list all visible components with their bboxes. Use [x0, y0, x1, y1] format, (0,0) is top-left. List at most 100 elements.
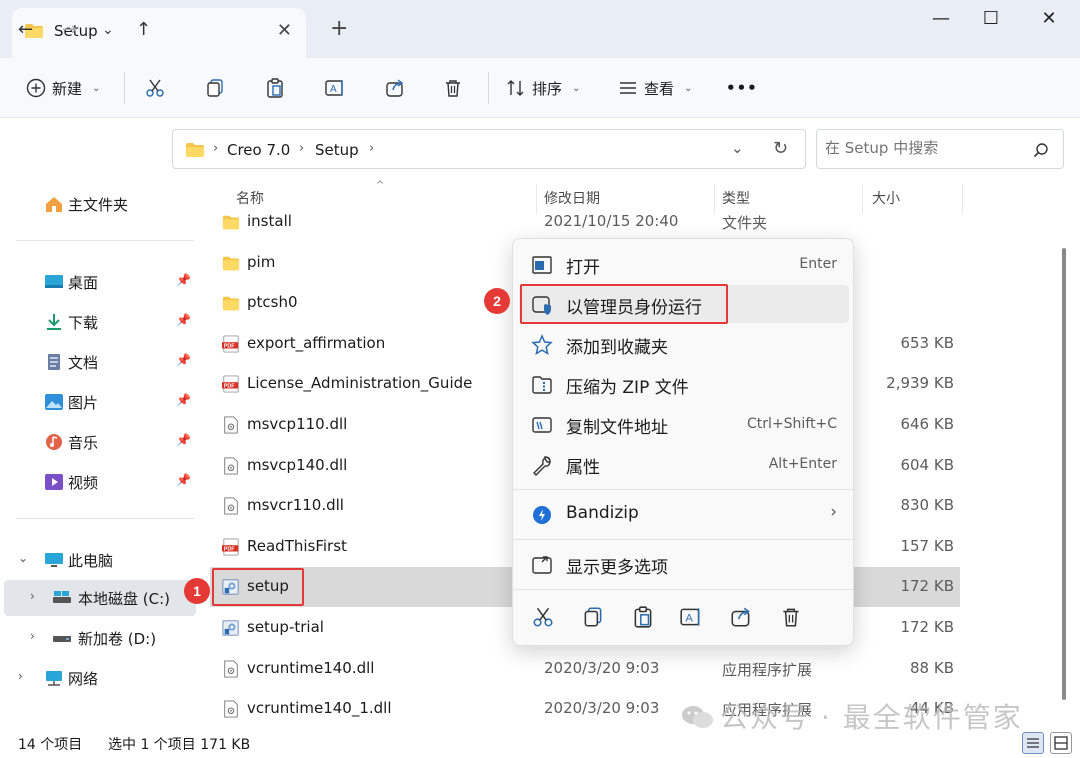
- pin-icon[interactable]: 📌: [176, 273, 191, 287]
- pin-icon[interactable]: 📌: [176, 473, 191, 487]
- network-icon: [46, 671, 62, 686]
- folder-icon: [222, 215, 240, 230]
- sidebar-item-home[interactable]: 主文件夹: [0, 186, 196, 222]
- search-icon[interactable]: [1033, 142, 1049, 158]
- window-tab[interactable]: Setup ✕: [12, 8, 306, 58]
- rename-button[interactable]: A: [324, 72, 346, 104]
- view-label: 查看: [644, 79, 675, 98]
- sidebar-item-documents[interactable]: 文档 📌: [0, 344, 196, 380]
- watermark-text: 公众号 · 最全软件管家: [720, 701, 1023, 734]
- chevron-down-icon[interactable]: ⌄: [18, 551, 28, 565]
- file-name: install: [247, 212, 292, 230]
- sidebar-label: 新加卷 (D:): [78, 630, 157, 648]
- breadcrumb-creo[interactable]: Creo 7.0: [227, 141, 290, 159]
- minimize-button[interactable]: —: [918, 8, 964, 38]
- up-arrow-icon[interactable]: ↑: [136, 20, 151, 40]
- forward-arrow-icon[interactable]: →: [62, 20, 77, 40]
- new-button[interactable]: 新建 ⌄: [26, 72, 100, 104]
- more-icon: •••: [726, 79, 758, 97]
- sidebar-item-downloads[interactable]: 下载 📌: [0, 304, 196, 340]
- home-icon: [46, 197, 62, 212]
- chevron-right-icon[interactable]: ›: [299, 141, 304, 156]
- search-box[interactable]: [816, 129, 1064, 169]
- chevron-right-icon[interactable]: ›: [369, 141, 374, 156]
- cut-button[interactable]: [144, 72, 166, 104]
- sidebar-item-desktop[interactable]: 桌面 📌: [0, 264, 196, 300]
- maximize-button[interactable]: ☐: [968, 8, 1014, 38]
- address-dropdown-icon[interactable]: ⌄: [731, 139, 744, 157]
- more-button[interactable]: •••: [726, 72, 758, 104]
- chevron-right-icon[interactable]: ›: [18, 669, 23, 683]
- file-row-install[interactable]: install 2021/10/15 20:40 文件夹: [210, 202, 960, 242]
- divider[interactable]: [962, 184, 963, 214]
- pdf-icon: PDF: [222, 538, 239, 556]
- tiles-view-button[interactable]: [1050, 732, 1072, 754]
- chevron-right-icon[interactable]: ›: [30, 589, 35, 603]
- address-bar[interactable]: › Creo 7.0 › Setup › ⌄ ↻: [172, 129, 806, 169]
- sidebar-item-music[interactable]: 音乐 📌: [0, 424, 196, 460]
- menu-item-bandizip[interactable]: Bandizip ›: [519, 495, 849, 533]
- view-button[interactable]: 查看 ⌄: [618, 72, 692, 104]
- share-icon[interactable]: [729, 605, 753, 629]
- rename-icon[interactable]: A: [679, 605, 703, 629]
- scrollbar[interactable]: [1062, 248, 1066, 700]
- share-button[interactable]: [384, 72, 406, 104]
- svg-text:PDF: PDF: [224, 546, 235, 552]
- trash-icon[interactable]: [779, 605, 803, 629]
- delete-button[interactable]: [442, 72, 464, 104]
- sidebar-item-network[interactable]: › 网络: [0, 660, 196, 696]
- paste-button[interactable]: [264, 72, 286, 104]
- pdf-icon: PDF: [222, 335, 239, 353]
- chevron-down-icon: ⌄: [572, 82, 581, 94]
- divider: [513, 539, 853, 540]
- new-tab-button[interactable]: +: [330, 18, 348, 40]
- menu-item-compress-zip[interactable]: 压缩为 ZIP 文件: [519, 365, 849, 403]
- dll-file-icon: [224, 416, 238, 434]
- sidebar-item-drive-d[interactable]: › 新加卷 (D:): [0, 620, 196, 656]
- tab-close-button[interactable]: ✕: [277, 20, 292, 41]
- chevron-right-icon[interactable]: ›: [30, 629, 35, 643]
- menu-item-open[interactable]: 打开 Enter: [519, 245, 849, 283]
- folder-icon: [222, 256, 240, 270]
- divider: [16, 518, 194, 519]
- pin-icon[interactable]: 📌: [176, 313, 191, 327]
- pin-icon[interactable]: 📌: [176, 353, 191, 367]
- dll-file-icon: [224, 700, 238, 718]
- share-icon: [386, 79, 404, 97]
- back-arrow-icon[interactable]: ←: [18, 20, 33, 40]
- pin-icon[interactable]: 📌: [176, 393, 191, 407]
- menu-item-add-favorites[interactable]: 添加到收藏夹: [519, 325, 849, 363]
- tiles-view-icon: [1054, 736, 1068, 750]
- menu-item-more-options[interactable]: 显示更多选项: [519, 545, 849, 583]
- search-input[interactable]: [825, 139, 1025, 157]
- file-row-vcruntime140-dll[interactable]: vcruntime140.dll 2020/3/20 9:03 应用程序扩展 88 K…: [210, 649, 960, 689]
- chevron-right-icon[interactable]: ›: [213, 141, 218, 156]
- clipboard-icon[interactable]: [631, 605, 655, 629]
- menu-label: 打开: [566, 258, 600, 278]
- pin-icon[interactable]: 📌: [176, 433, 191, 447]
- drive-icon: [53, 591, 71, 603]
- bandizip-icon: [533, 506, 551, 524]
- refresh-icon[interactable]: ↻: [773, 138, 788, 159]
- details-view-button[interactable]: [1022, 732, 1044, 754]
- breadcrumb-setup[interactable]: Setup: [315, 141, 359, 159]
- sidebar-item-drive-c[interactable]: › 本地磁盘 (C:): [4, 580, 196, 616]
- menu-item-properties[interactable]: 属性 Alt+Enter: [519, 445, 849, 483]
- scissors-icon[interactable]: [531, 605, 555, 629]
- recent-chevron-icon[interactable]: ⌄: [102, 20, 114, 40]
- sidebar-item-videos[interactable]: 视频 📌: [0, 464, 196, 500]
- copy-icon[interactable]: [581, 605, 605, 629]
- sort-button[interactable]: 排序 ⌄: [506, 72, 580, 104]
- dll-file-icon: [224, 457, 238, 475]
- rename-icon: A: [325, 80, 343, 96]
- sidebar-item-pictures[interactable]: 图片 📌: [0, 384, 196, 420]
- close-button[interactable]: ✕: [1026, 8, 1072, 38]
- sidebar-item-this-pc[interactable]: ⌄ 此电脑: [0, 542, 196, 578]
- divider: [513, 589, 853, 590]
- file-name: setup-trial: [247, 618, 324, 636]
- divider: [513, 489, 853, 490]
- menu-item-copy-path[interactable]: 复制文件地址 Ctrl+Shift+C: [519, 405, 849, 443]
- svg-text:A: A: [686, 612, 694, 624]
- sidebar-label: 文档: [68, 354, 99, 372]
- copy-button[interactable]: [204, 72, 226, 104]
